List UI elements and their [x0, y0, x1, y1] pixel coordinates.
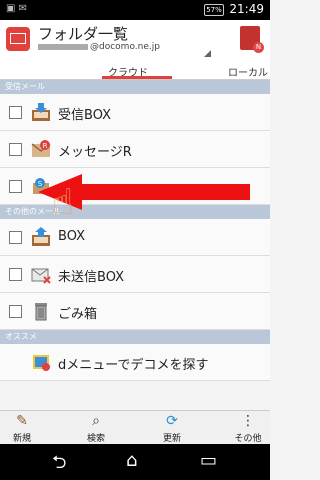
tab-local[interactable]: ローカル — [228, 64, 268, 79]
account-address[interactable]: @docomo.ne.jp — [38, 42, 160, 52]
folder-label: 受信BOX — [58, 108, 111, 123]
docomo-building-icon[interactable]: N — [240, 26, 264, 53]
checkbox[interactable] — [9, 180, 22, 193]
deco-mail-icon — [33, 355, 50, 371]
system-nav-bar: ⮌ ⌂ ▭ — [0, 444, 270, 480]
app-header: フォルダ一覧 @docomo.ne.jp N — [0, 20, 270, 60]
home-icon[interactable]: ⌂ — [126, 450, 137, 471]
dmenu-link-row[interactable]: dメニューでデコメを探す — [0, 344, 270, 381]
search-icon: ⌕ — [92, 413, 100, 429]
update-button[interactable]: ⟳ 更新 — [152, 413, 192, 444]
outbox-tray-icon — [32, 227, 50, 246]
recent-apps-icon[interactable]: ▭ — [200, 450, 217, 471]
inbox-tray-icon — [32, 103, 50, 121]
checkbox[interactable] — [9, 231, 22, 244]
section-header-inbox: 受信メール — [0, 80, 270, 94]
folder-row-message-r[interactable]: R メッセージR — [0, 131, 270, 168]
bottom-toolbar: ✎ 新規 ⌕ 検索 ⟳ 更新 ⋮ その他 — [0, 410, 270, 445]
notification-n-badge: N — [253, 42, 264, 53]
folder-row-outbox[interactable]: BOX — [0, 219, 270, 256]
dmenu-label: dメニューでデコメを探す — [58, 358, 209, 373]
masked-username — [38, 43, 88, 50]
folder-tabs: クラウド ローカル — [0, 60, 270, 80]
checkbox[interactable] — [9, 106, 22, 119]
checkbox[interactable] — [9, 143, 22, 156]
folder-label: 未送信BOX — [58, 270, 124, 285]
message-r-icon: R — [31, 140, 51, 157]
section-header-recommend: オススメ — [0, 330, 270, 344]
folder-label: BOX — [58, 229, 85, 244]
trash-icon — [35, 303, 47, 321]
search-button[interactable]: ⌕ 検索 — [76, 413, 116, 444]
account-dropdown-icon[interactable] — [204, 50, 211, 57]
compose-icon: ✎ — [16, 413, 28, 429]
more-vertical-icon: ⋮ — [241, 413, 255, 429]
more-button[interactable]: ⋮ その他 — [228, 413, 268, 444]
unsent-mail-icon — [31, 268, 51, 284]
folder-label: メッセージR — [58, 145, 132, 160]
folder-row-inbox[interactable]: 受信BOX — [0, 94, 270, 131]
svg-text:R: R — [43, 142, 48, 150]
notification-icons: ▣ ✉ — [6, 3, 28, 14]
page-title: フォルダ一覧 — [38, 25, 129, 43]
tab-selected-indicator — [102, 76, 172, 79]
refresh-icon: ⟳ — [166, 413, 178, 429]
clock: 21:49 — [229, 2, 264, 16]
folder-label: ごみ箱 — [58, 307, 98, 322]
back-icon[interactable]: ⮌ — [52, 450, 66, 480]
mail-app-icon[interactable] — [6, 27, 30, 51]
folder-row-trash[interactable]: ごみ箱 — [0, 293, 270, 330]
folder-row-unsent[interactable]: 未送信BOX — [0, 256, 270, 293]
new-button[interactable]: ✎ 新規 — [2, 413, 42, 444]
status-bar: ▣ ✉ 57% 21:49 — [0, 0, 270, 20]
checkbox[interactable] — [9, 305, 22, 318]
checkbox[interactable] — [9, 268, 22, 281]
battery-indicator: 57% — [204, 4, 224, 16]
hand-pointer-icon: ☝ — [52, 182, 74, 223]
